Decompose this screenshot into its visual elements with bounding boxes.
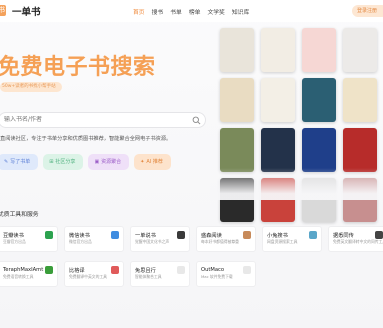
tool-name: 据悉同传 — [333, 233, 354, 239]
tool-name: 微信读书 — [69, 233, 90, 239]
login-label: 登录注册 — [357, 8, 378, 14]
search-icon[interactable] — [192, 116, 201, 125]
tool-description: 免费语音转换工具 — [3, 274, 34, 279]
pen-icon: ✎ — [4, 159, 9, 165]
tool-name: 豆瓣读书 — [3, 233, 24, 239]
book-cover[interactable] — [261, 28, 295, 72]
box-icon: ▣ — [94, 159, 100, 165]
tool-description: 觉醒中国文化书之声 — [135, 239, 170, 244]
nav-item-booklists[interactable]: 书单 — [170, 7, 182, 16]
grid-fade-overlay — [210, 168, 383, 200]
tera-icon — [45, 266, 53, 274]
main-nav: 首页 搜书 书单 榜单 文学奖 知识库 — [133, 7, 249, 16]
wechat-read-icon — [111, 231, 119, 239]
agent-icon — [177, 266, 185, 274]
tools-section-title: 优质工具和服务 — [0, 212, 39, 218]
feature-chips: ✎ 写了书单 ⊞ 社区分享 ▣ 资源聚合 ✦ AI 推荐 — [0, 154, 171, 170]
chip-booklist[interactable]: ✎ 写了书单 — [0, 154, 39, 170]
tool-card[interactable]: TeraphMaxIAmt 免费语音转换工具 — [0, 261, 58, 287]
search-input[interactable] — [4, 116, 184, 123]
book-cover[interactable] — [343, 128, 377, 172]
tool-name: 一单说书 — [135, 233, 156, 239]
chip-label: 社区分享 — [55, 159, 76, 165]
sparkle-icon: ✦ — [140, 159, 145, 165]
tool-description: 豆瓣官方出品 — [3, 239, 26, 244]
shuo-icon — [177, 231, 185, 239]
book-cover[interactable] — [220, 78, 254, 122]
tool-card[interactable]: 豆瓣读书 豆瓣官方出品 — [0, 226, 58, 252]
chip-resources[interactable]: ▣ 资源聚合 — [88, 154, 130, 170]
book-cover[interactable] — [261, 78, 295, 122]
chip-label: AI 推荐 — [146, 159, 163, 165]
tool-description: 免费翻译中英文的工具 — [69, 274, 107, 279]
chip-ai[interactable]: ✦ AI 推荐 — [134, 154, 171, 170]
rabbit-icon — [309, 231, 317, 239]
tool-card[interactable]: 免思且行 智能体聚合工具 — [130, 261, 190, 287]
tool-card[interactable]: 比格译 免费翻译中英文的工具 — [64, 261, 124, 287]
tool-name: 免思且行 — [135, 268, 156, 274]
translate-icon — [375, 231, 383, 239]
tool-name: 小兔搜书 — [267, 233, 288, 239]
chip-community[interactable]: ⊞ 社区分享 — [43, 154, 84, 170]
book-cover[interactable] — [343, 78, 377, 122]
book-cover[interactable] — [302, 128, 336, 172]
nav-item-knowledge[interactable]: 知识库 — [232, 7, 249, 16]
tool-card[interactable]: 小兔搜书 网盘资源搜索工具 — [262, 226, 322, 252]
mac-icon — [243, 266, 251, 274]
book-cover[interactable] — [261, 128, 295, 172]
top-header: 书 一单书 首页 搜书 书单 榜单 文学奖 知识库 登录注册 — [0, 0, 383, 22]
tool-name: OutMaco — [201, 267, 225, 273]
tool-description: Mac 软件免费下载 — [201, 274, 233, 279]
tool-card[interactable]: 微信读书 微信官方出品 — [64, 226, 124, 252]
tool-card[interactable]: 盛森阅读 每本好书都值得被尊重 — [196, 226, 256, 252]
nav-item-home[interactable]: 首页 — [133, 7, 145, 16]
site-description: 直阅读社区，专注于书单分享和优质图书推荐，智能聚合全网电子书资源。 — [0, 136, 172, 142]
nav-item-awards[interactable]: 文学奖 — [207, 7, 224, 16]
page: 书 一单书 首页 搜书 书单 榜单 文学奖 知识库 登录注册 免费电子书搜索 5… — [0, 0, 383, 328]
tool-card[interactable]: 据悉同传 免费英文翻译转中文的同传工具 — [328, 226, 383, 252]
grid-icon: ⊞ — [49, 159, 54, 165]
tool-description: 每本好书都值得被尊重 — [201, 239, 239, 244]
douban-icon — [45, 231, 53, 239]
avatar-icon — [243, 231, 251, 239]
chip-label: 资源聚合 — [101, 159, 122, 165]
tool-description: 智能体聚合工具 — [135, 274, 162, 279]
book-cover[interactable] — [220, 28, 254, 72]
logo-icon[interactable]: 书 — [0, 5, 6, 16]
tool-card[interactable]: OutMaco Mac 软件免费下载 — [196, 261, 256, 287]
login-button[interactable]: 登录注册 — [352, 5, 383, 17]
tool-name: TeraphMaxIAmt — [3, 267, 44, 273]
tool-card[interactable]: 一单说书 觉醒中国文化书之声 — [130, 226, 190, 252]
hero-title: 免费电子书搜索 — [0, 55, 156, 80]
book-cover[interactable] — [302, 28, 336, 72]
book-cover[interactable] — [220, 128, 254, 172]
nav-item-rankings[interactable]: 榜单 — [189, 7, 201, 16]
search-box — [0, 112, 206, 128]
tool-description: 网盘资源搜索工具 — [267, 239, 298, 244]
hero-subtitle-badge: 50w+读者的书找小帮手站 — [0, 82, 62, 92]
nav-item-search[interactable]: 搜书 — [152, 7, 164, 16]
tool-name: 比格译 — [69, 268, 85, 274]
translate2-icon — [111, 266, 119, 274]
tool-description: 微信官方出品 — [69, 239, 92, 244]
chip-label: 写了书单 — [10, 159, 31, 165]
tool-description: 免费英文翻译转中文的同传工具 — [333, 239, 383, 244]
book-cover[interactable] — [302, 78, 336, 122]
book-cover[interactable] — [343, 28, 377, 72]
logo-text[interactable]: 一单书 — [12, 4, 41, 18]
tool-name: 盛森阅读 — [201, 233, 222, 239]
